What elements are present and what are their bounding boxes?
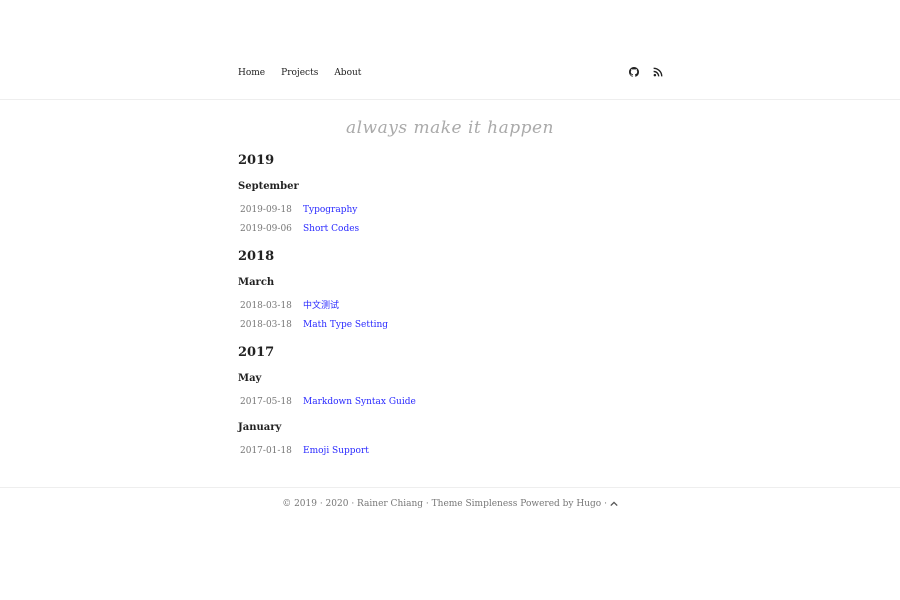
list-item: 2018-03-18 中文测试 <box>238 297 668 316</box>
archive-list: 2019 September 2019-09-18 Typography 201… <box>238 150 668 461</box>
post-date: 2017-01-18 <box>240 446 292 456</box>
list-item: 2017-05-18 Markdown Syntax Guide <box>238 393 668 412</box>
archive-year: 2018 <box>238 249 275 264</box>
footer-separator: · <box>423 499 432 509</box>
theme-link[interactable]: Theme Simpleness <box>432 499 518 509</box>
list-item: 2018-03-18 Math Type Setting <box>238 316 668 335</box>
post-link[interactable]: Short Codes <box>303 220 359 239</box>
footer-separator: · <box>601 499 610 509</box>
nav-link-home[interactable]: Home <box>238 67 265 79</box>
post-date: 2019-09-18 <box>240 205 292 215</box>
author-link[interactable]: Rainer Chiang <box>357 499 423 509</box>
site-tagline: always make it happen <box>345 118 555 138</box>
post-list: 2017-01-18 Emoji Support <box>238 442 668 461</box>
nav-links: Home Projects About <box>238 67 361 79</box>
copyright-text: © 2019 · 2020 · <box>282 499 358 509</box>
post-link[interactable]: 中文测试 <box>303 297 339 316</box>
post-date: 2018-03-18 <box>240 320 292 330</box>
list-item: 2019-09-06 Short Codes <box>238 220 668 239</box>
footer-text: © 2019 · 2020 · Rainer Chiang · Theme Si… <box>0 498 900 510</box>
post-link[interactable]: Typography <box>303 201 357 220</box>
nav-icons <box>629 67 663 77</box>
page-footer: © 2019 · 2020 · Rainer Chiang · Theme Si… <box>0 487 900 528</box>
nav-link-about[interactable]: About <box>334 67 361 79</box>
post-link[interactable]: Math Type Setting <box>303 316 388 335</box>
post-list: 2017-05-18 Markdown Syntax Guide <box>238 393 668 412</box>
post-date: 2018-03-18 <box>240 301 292 311</box>
archive-month: May <box>238 373 262 384</box>
post-link[interactable]: Emoji Support <box>303 442 369 461</box>
list-item: 2019-09-18 Typography <box>238 201 668 220</box>
github-icon[interactable] <box>629 67 639 77</box>
post-link[interactable]: Markdown Syntax Guide <box>303 393 416 412</box>
list-item: 2017-01-18 Emoji Support <box>238 442 668 461</box>
archive-month: September <box>238 181 299 192</box>
post-list: 2019-09-18 Typography 2019-09-06 Short C… <box>238 201 668 239</box>
archive-year: 2019 <box>238 153 275 168</box>
post-date: 2017-05-18 <box>240 397 292 407</box>
rss-icon[interactable] <box>653 67 663 77</box>
archive-year: 2017 <box>238 345 275 360</box>
top-navigation: Home Projects About <box>0 0 900 100</box>
post-date: 2019-09-06 <box>240 224 292 234</box>
archive-month: March <box>238 277 275 288</box>
post-list: 2018-03-18 中文测试 2018-03-18 Math Type Set… <box>238 297 668 335</box>
back-to-top-icon[interactable] <box>610 500 618 508</box>
powered-by-link[interactable]: Powered by Hugo <box>520 499 601 509</box>
nav-link-projects[interactable]: Projects <box>281 67 318 79</box>
archive-month: January <box>238 422 282 433</box>
